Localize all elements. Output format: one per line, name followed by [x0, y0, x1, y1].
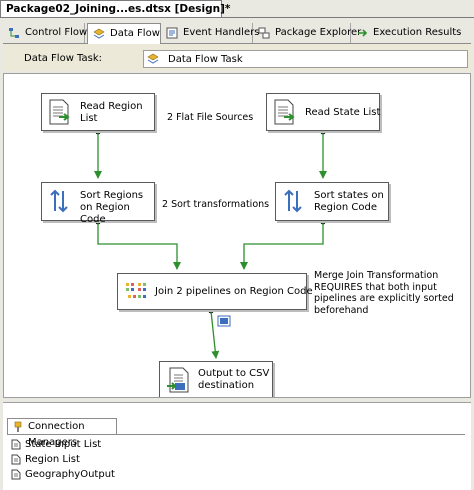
tab-label: Control Flow: [25, 27, 88, 38]
flat-file-connection-icon: [11, 439, 21, 450]
tab-execution-results[interactable]: Execution Results: [351, 23, 471, 43]
path-read-state-to-sort-states[interactable]: [319, 129, 327, 179]
data-flow-canvas[interactable]: Read Region List Read State List 2 Flat …: [3, 73, 471, 398]
tab-event-handlers[interactable]: Event Handlers: [161, 23, 259, 43]
tab-label: Execution Results: [373, 27, 462, 38]
connection-manager-label: Region List: [25, 454, 80, 465]
component-label: Join 2 pipelines on Region Code: [155, 286, 313, 297]
path-join-to-output[interactable]: [208, 308, 220, 359]
package-explorer-icon: [258, 27, 270, 39]
connection-manager-item[interactable]: State Input List: [11, 438, 101, 451]
connection-manager-item[interactable]: GeographyOutput: [11, 468, 115, 481]
data-flow-task-icon: [147, 53, 159, 64]
tab-label: Event Handlers: [183, 27, 260, 38]
data-flow-icon: [93, 28, 105, 39]
merge-join-icon: [126, 283, 146, 298]
tab-label: Package Explorer: [275, 27, 362, 38]
flat-file-source-icon: [274, 99, 295, 125]
component-label: Sort Regions on Region Code: [80, 190, 144, 225]
flat-file-source-icon: [49, 99, 70, 125]
task-selector-dropdown[interactable]: Data Flow Task: [143, 50, 468, 68]
connection-manager-icon: [14, 421, 22, 432]
sort-regions-transform[interactable]: Sort Regions on Region Code: [41, 182, 155, 225]
control-flow-icon: [9, 28, 19, 38]
annotation-sources[interactable]: 2 Flat File Sources: [167, 112, 253, 124]
designer-tab-bar: Control Flow Data Flow Event Handlers Pa…: [3, 23, 471, 44]
connection-manager-label: State Input List: [25, 439, 102, 450]
tab-strip-divider: [0, 17, 474, 18]
path-sort-regions-to-join[interactable]: [95, 219, 181, 270]
flat-file-connection-icon: [11, 469, 21, 480]
output-csv-destination[interactable]: Output to CSV destination: [159, 361, 273, 397]
task-selector-label: Data Flow Task:: [24, 53, 103, 64]
connection-managers-tab[interactable]: Connection Managers: [7, 418, 117, 448]
connection-manager-label: GeographyOutput: [25, 469, 115, 480]
tab-data-flow[interactable]: Data Flow: [87, 23, 161, 44]
document-tab[interactable]: Package02_Joining...es.dtsx [Design]*: [0, 0, 230, 17]
task-selector-value: Data Flow Task: [168, 54, 243, 65]
sort-icon: [284, 189, 302, 213]
annotation-sorts[interactable]: 2 Sort transformations: [162, 199, 269, 211]
sort-states-transform[interactable]: Sort states on Region Code: [275, 182, 389, 221]
data-viewer-icon[interactable]: [217, 315, 231, 327]
merge-join-transform[interactable]: Join 2 pipelines on Region Code: [117, 273, 313, 310]
flat-file-connection-icon: [11, 454, 21, 465]
path-sort-states-to-join[interactable]: [240, 219, 326, 270]
event-handlers-icon: [166, 27, 178, 39]
component-label: Output to CSV destination: [198, 368, 270, 391]
read-region-list-source[interactable]: Read Region List: [41, 93, 155, 131]
tab-package-explorer[interactable]: Package Explorer: [253, 23, 361, 43]
component-label: Read Region List: [80, 101, 143, 124]
sort-icon: [50, 189, 68, 213]
read-state-list-source[interactable]: Read State List: [266, 93, 380, 131]
tab-control-flow[interactable]: Control Flow: [3, 23, 88, 43]
path-read-region-to-sort-regions[interactable]: [94, 129, 102, 179]
flat-file-destination-icon: [167, 367, 189, 393]
component-label: Read State List: [305, 107, 381, 118]
execution-results-icon: [358, 29, 368, 37]
connection-manager-item[interactable]: Region List: [11, 453, 80, 466]
tab-label: Data Flow: [110, 28, 160, 39]
connection-managers-divider: [7, 434, 465, 435]
component-label: Sort states on Region Code: [314, 190, 384, 213]
annotation-merge-join[interactable]: Merge Join Transformation REQUIRES that …: [314, 270, 468, 316]
